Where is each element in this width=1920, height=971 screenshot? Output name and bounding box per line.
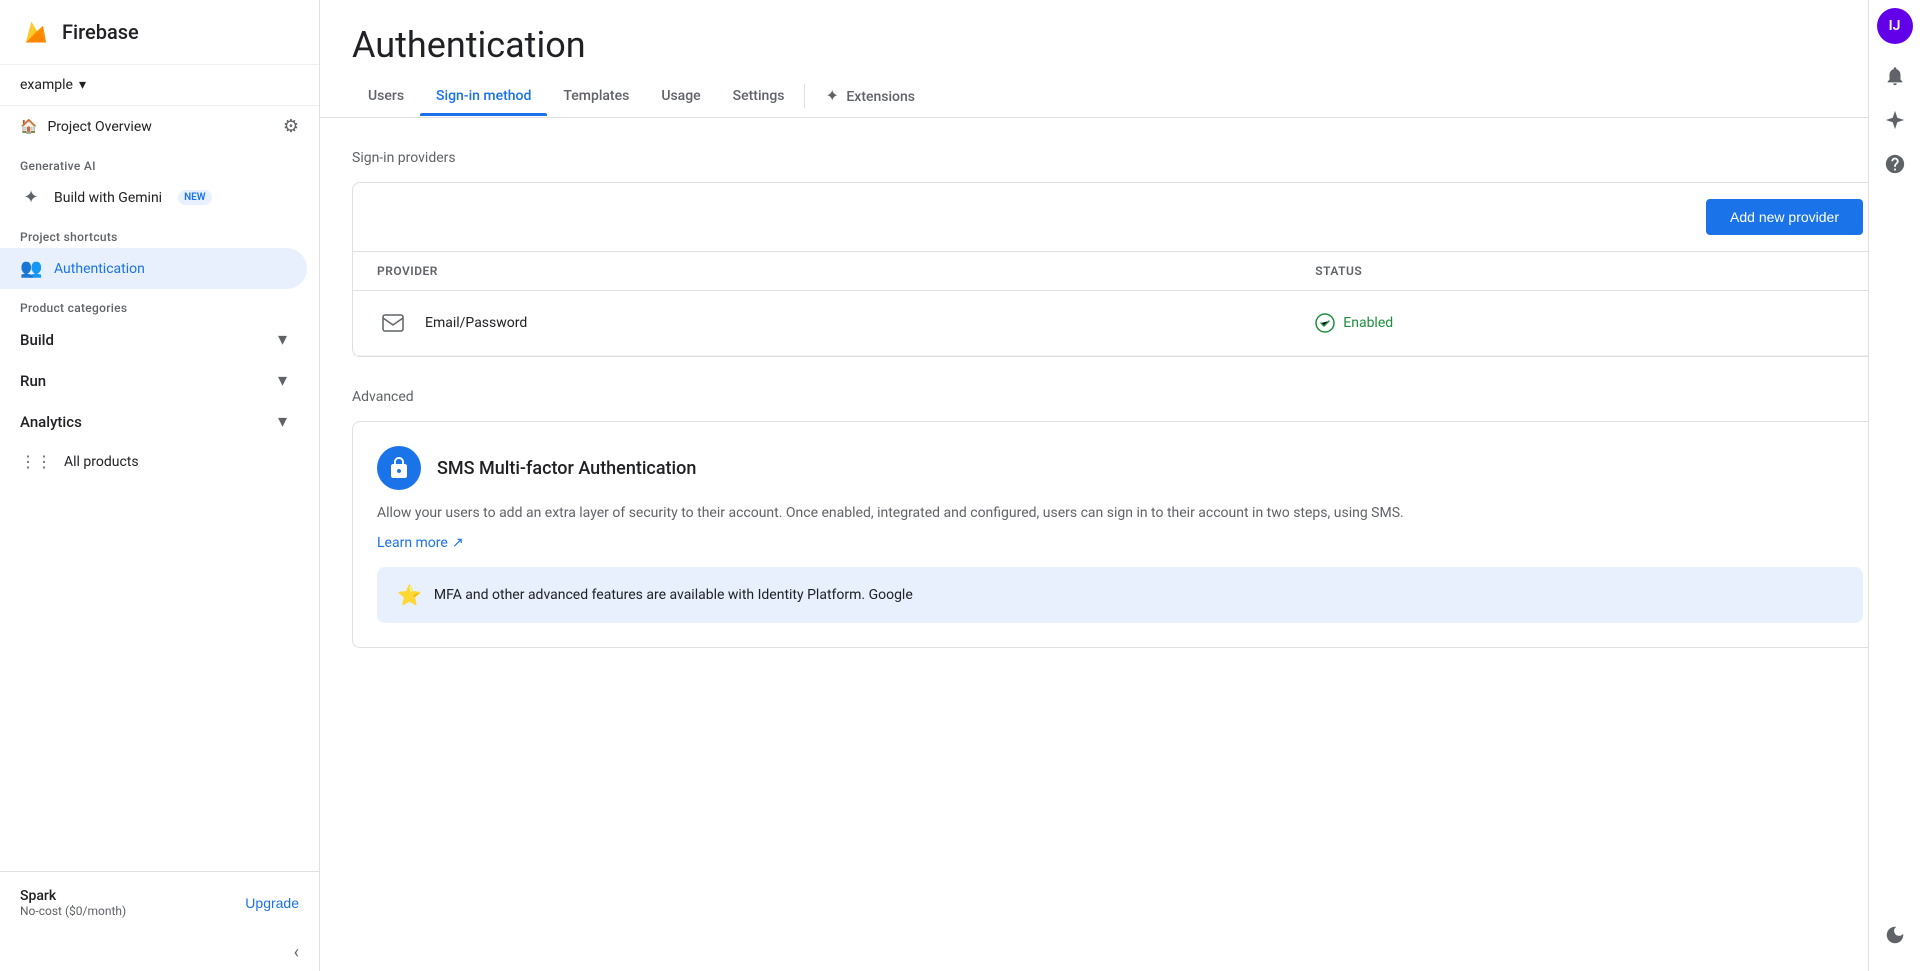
external-link-icon: ↗ bbox=[452, 535, 464, 551]
learn-more-link[interactable]: Learn more ↗ bbox=[377, 535, 464, 551]
sidebar-item-authentication[interactable]: 👥 Authentication bbox=[0, 248, 307, 289]
providers-card-header: Add new provider bbox=[353, 183, 1887, 251]
status-cell: Enabled bbox=[1291, 291, 1887, 356]
status-text: Enabled bbox=[1343, 315, 1393, 331]
mfa-description: Allow your users to add an extra layer o… bbox=[377, 502, 1863, 524]
build-label: Build bbox=[20, 331, 54, 349]
grid-icon: ⋮⋮ bbox=[20, 452, 52, 471]
tab-sign-in-method[interactable]: Sign-in method bbox=[420, 76, 547, 116]
run-label: Run bbox=[20, 372, 46, 390]
mfa-title: SMS Multi-factor Authentication bbox=[437, 458, 696, 479]
people-icon: 👥 bbox=[20, 258, 42, 279]
tab-extensions[interactable]: ✦ Extensions bbox=[809, 74, 931, 117]
sidebar-footer: Spark No-cost ($0/month) Upgrade bbox=[0, 871, 319, 934]
page-title: Authentication bbox=[320, 0, 1920, 66]
sidebar: Firebase example ▾ 🏠 Project Overview ⚙ … bbox=[0, 0, 320, 971]
run-chevron-icon: ▾ bbox=[278, 370, 287, 391]
mfa-card: SMS Multi-factor Authentication Allow yo… bbox=[352, 421, 1888, 648]
tab-users[interactable]: Users bbox=[352, 76, 420, 116]
project-dropdown-icon: ▾ bbox=[79, 77, 86, 93]
project-overview-item[interactable]: 🏠 Project Overview bbox=[20, 119, 152, 135]
banner-text: MFA and other advanced features are avai… bbox=[434, 587, 913, 603]
email-password-icon bbox=[377, 307, 409, 339]
upgrade-button[interactable]: Upgrade bbox=[245, 895, 299, 911]
product-categories-section-label: Product categories bbox=[0, 289, 319, 319]
notification-bell-button[interactable] bbox=[1875, 56, 1915, 96]
project-name: example bbox=[20, 77, 73, 93]
tabs-divider bbox=[804, 84, 805, 108]
sidebar-item-analytics[interactable]: Analytics ▾ bbox=[0, 401, 307, 442]
provider-cell: Email/Password bbox=[353, 291, 1291, 356]
build-with-gemini-label: Build with Gemini bbox=[54, 190, 162, 206]
settings-icon[interactable]: ⚙ bbox=[283, 116, 299, 137]
providers-card: Add new provider Provider Status bbox=[352, 182, 1888, 357]
main-content: Authentication Users Sign-in method Temp… bbox=[320, 0, 1920, 971]
sidebar-item-run[interactable]: Run ▾ bbox=[0, 360, 307, 401]
project-selector[interactable]: example ▾ bbox=[0, 65, 319, 106]
provider-name: Email/Password bbox=[425, 315, 527, 331]
plan-detail: No-cost ($0/month) bbox=[20, 904, 126, 918]
providers-table: Provider Status bbox=[353, 251, 1887, 356]
project-overview-row: 🏠 Project Overview ⚙ bbox=[0, 106, 319, 147]
tabs-bar: Users Sign-in method Templates Usage Set… bbox=[320, 74, 1920, 118]
generative-ai-section-label: Generative AI bbox=[0, 147, 319, 177]
authentication-label: Authentication bbox=[54, 261, 145, 277]
user-avatar[interactable]: IJ bbox=[1877, 8, 1913, 44]
enabled-status-icon bbox=[1315, 313, 1335, 333]
sparkle-icon: ✦ bbox=[20, 187, 42, 208]
topright-panel: IJ bbox=[1868, 0, 1920, 971]
sidebar-item-build-with-gemini[interactable]: ✦ Build with Gemini NEW bbox=[0, 177, 307, 218]
sparkle-button[interactable] bbox=[1875, 100, 1915, 140]
star-icon: ⭐ bbox=[397, 583, 422, 607]
sign-in-providers-label: Sign-in providers bbox=[352, 150, 1888, 166]
collapse-icon: ‹ bbox=[294, 942, 299, 963]
sidebar-item-all-products[interactable]: ⋮⋮ All products bbox=[0, 442, 319, 481]
mfa-header: SMS Multi-factor Authentication bbox=[377, 446, 1863, 490]
table-row[interactable]: Email/Password Enabled bbox=[353, 291, 1887, 356]
tab-usage[interactable]: Usage bbox=[645, 76, 716, 116]
build-chevron-icon: ▾ bbox=[278, 329, 287, 350]
extensions-icon: ✦ bbox=[825, 86, 838, 105]
advanced-section-label: Advanced bbox=[352, 389, 1888, 405]
mfa-lock-icon bbox=[377, 446, 421, 490]
collapse-sidebar-button[interactable]: ‹ bbox=[0, 934, 319, 971]
firebase-logo-icon bbox=[20, 16, 52, 48]
dark-mode-button[interactable] bbox=[1875, 915, 1915, 955]
status-col-header: Status bbox=[1291, 252, 1887, 291]
analytics-label: Analytics bbox=[20, 413, 82, 431]
identity-platform-banner: ⭐ MFA and other advanced features are av… bbox=[377, 567, 1863, 623]
provider-col-header: Provider bbox=[353, 252, 1291, 291]
all-products-label: All products bbox=[64, 454, 139, 470]
project-shortcuts-section-label: Project shortcuts bbox=[0, 218, 319, 248]
add-new-provider-button[interactable]: Add new provider bbox=[1706, 199, 1863, 235]
tab-settings[interactable]: Settings bbox=[717, 76, 801, 116]
sidebar-logo: Firebase bbox=[0, 0, 319, 65]
content-area: Sign-in providers Add new provider Provi… bbox=[320, 118, 1920, 971]
plan-name: Spark bbox=[20, 888, 126, 904]
help-button[interactable] bbox=[1875, 144, 1915, 184]
app-name: Firebase bbox=[62, 20, 139, 44]
project-overview-label: Project Overview bbox=[47, 119, 151, 135]
new-badge: NEW bbox=[178, 190, 212, 205]
home-icon: 🏠 bbox=[20, 119, 37, 135]
tab-templates[interactable]: Templates bbox=[547, 76, 645, 116]
sidebar-item-build[interactable]: Build ▾ bbox=[0, 319, 307, 360]
analytics-chevron-icon: ▾ bbox=[278, 411, 287, 432]
